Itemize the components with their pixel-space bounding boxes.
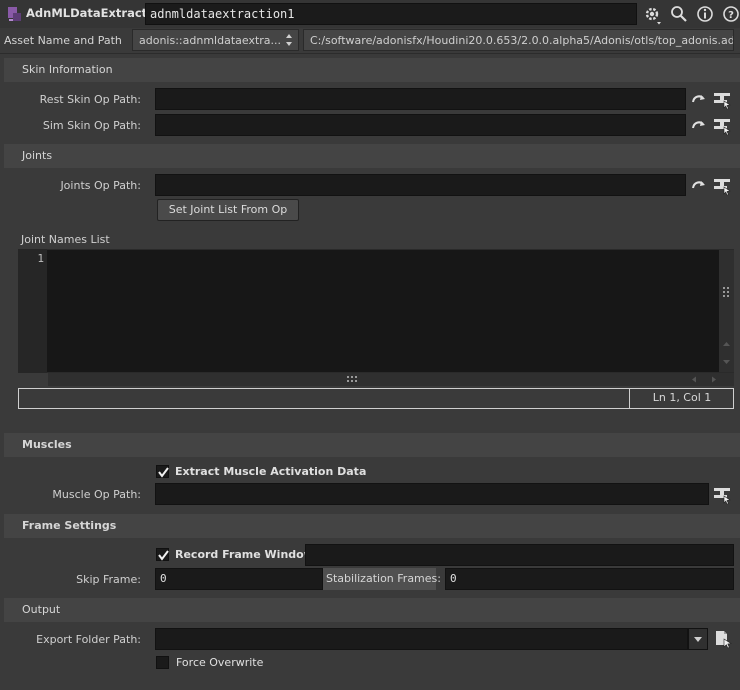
vertical-scrollbar[interactable] — [719, 250, 734, 372]
joints-op-path-input[interactable] — [155, 174, 686, 196]
line-number: 1 — [37, 252, 44, 265]
muscle-op-path-input[interactable] — [155, 483, 709, 505]
force-overwrite-label: Force Overwrite — [176, 656, 264, 669]
extract-muscle-checkbox[interactable] — [156, 465, 169, 478]
asset-name-value: adonis::adnmldataextra... — [139, 34, 282, 47]
node-chooser-icon[interactable] — [712, 176, 732, 196]
stabilization-frames-label: Stabilization Frames: — [323, 568, 441, 590]
set-joint-list-button[interactable]: Set Joint List From Op — [157, 199, 299, 221]
sim-skin-op-path-input[interactable] — [155, 114, 686, 136]
node-chooser-icon[interactable] — [712, 485, 732, 505]
info-icon[interactable] — [695, 4, 715, 24]
node-type-icon[interactable] — [6, 6, 22, 22]
asset-path-value: C:/software/adonisfx/Houdini20.0.653/2.0… — [310, 34, 734, 47]
section-muscles[interactable]: Muscles — [4, 433, 740, 457]
combo-arrows-icon[interactable] — [284, 33, 294, 47]
horizontal-scrollbar[interactable] — [48, 373, 734, 386]
record-frame-windows-checkbox[interactable] — [156, 548, 169, 561]
editor-status-bar — [18, 388, 734, 409]
skip-frame-label: Skip Frame: — [76, 573, 141, 586]
asset-label: Asset Name and Path — [4, 34, 122, 47]
jump-to-op-icon[interactable] — [690, 176, 710, 196]
help-icon[interactable]: ? — [721, 4, 740, 24]
file-chooser-icon[interactable] — [713, 629, 733, 649]
skip-frame-input[interactable]: 0 — [155, 568, 323, 590]
force-overwrite-checkbox[interactable] — [156, 656, 169, 669]
line-number-gutter — [18, 249, 47, 373]
section-joints[interactable]: Joints — [4, 144, 740, 168]
node-chooser-icon[interactable] — [712, 116, 732, 136]
node-chooser-icon[interactable] — [712, 90, 732, 110]
export-folder-dropdown[interactable] — [688, 628, 708, 650]
jump-to-op-icon[interactable] — [690, 90, 710, 110]
sim-skin-label: Sim Skin Op Path: — [42, 119, 141, 132]
gear-icon[interactable] — [642, 4, 662, 25]
svg-text:?: ? — [728, 10, 734, 21]
section-output[interactable]: Output — [4, 598, 740, 622]
joint-names-list-label: Joint Names List — [21, 233, 110, 246]
asset-name-combo[interactable]: adonis::adnmldataextra... — [132, 29, 299, 51]
record-frame-windows-label: Record Frame Windows: — [175, 548, 325, 561]
section-skin-information[interactable]: Skin Information — [4, 58, 740, 82]
rest-skin-op-path-input[interactable] — [155, 88, 686, 110]
muscle-op-label: Muscle Op Path: — [52, 488, 141, 501]
joint-names-editor[interactable] — [18, 249, 734, 373]
export-folder-label: Export Folder Path: — [36, 633, 141, 646]
stabilization-frames-input[interactable]: 0 — [445, 568, 734, 590]
cursor-position-status: Ln 1, Col 1 — [629, 388, 734, 409]
node-name-input[interactable]: adnmldataextraction1 — [145, 3, 637, 25]
export-folder-path-input[interactable] — [155, 628, 688, 650]
record-frame-windows-input[interactable] — [305, 544, 734, 566]
search-icon[interactable] — [669, 4, 689, 24]
rest-skin-label: Rest Skin Op Path: — [39, 93, 141, 106]
joints-op-label: Joints Op Path: — [60, 179, 141, 192]
extract-muscle-label: Extract Muscle Activation Data — [175, 465, 367, 478]
section-frame-settings[interactable]: Frame Settings — [4, 514, 740, 538]
jump-to-op-icon[interactable] — [690, 116, 710, 136]
asset-path-combo[interactable]: C:/software/adonisfx/Houdini20.0.653/2.0… — [303, 29, 734, 51]
